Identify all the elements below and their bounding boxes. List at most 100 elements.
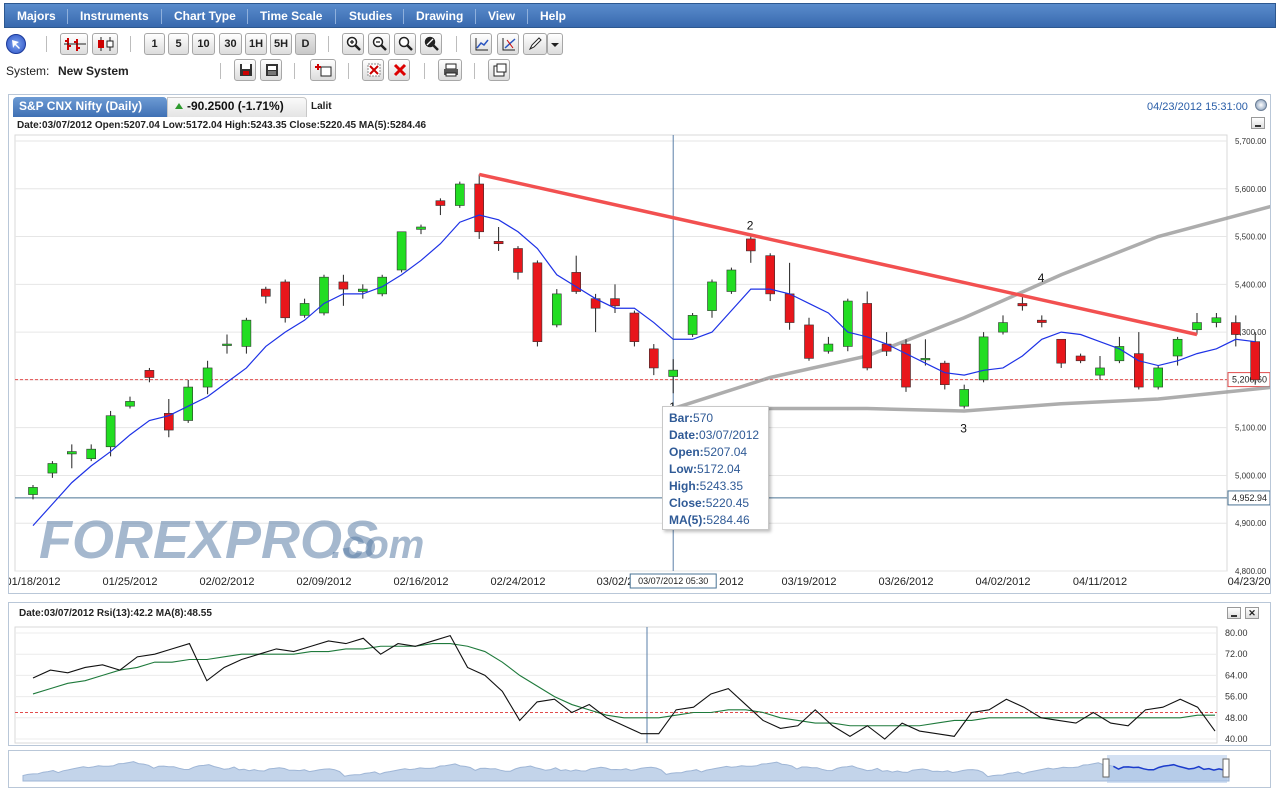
tooltip-value: 5220.45 (705, 496, 750, 510)
x-tick-label: 03/19/2012 (781, 576, 836, 588)
rsi-y-tick-label: 64.00 (1225, 670, 1248, 680)
candle-down (280, 281, 291, 319)
candle-up (551, 293, 562, 326)
candle-down (338, 281, 349, 290)
open-system-button[interactable] (260, 59, 282, 81)
zoom-fit-button[interactable] (394, 33, 416, 55)
menu-help[interactable]: Help (540, 4, 566, 29)
price-chart[interactable]: 5,700.005,600.005,500.005,400.005,300.00… (9, 115, 1270, 593)
instrument-tab[interactable]: S&P CNX Nifty (Daily) (13, 97, 167, 117)
clock-icon[interactable] (1255, 99, 1267, 111)
candle-down (474, 183, 485, 233)
delete-rule-icon (367, 63, 381, 77)
menu-instruments[interactable]: Instruments (80, 4, 149, 29)
candle-up (687, 315, 698, 335)
candle-up (299, 303, 310, 316)
cursor-date-label: 03/07/2012 05:30 (638, 576, 708, 586)
rsi-panel: Date:03/07/2012 Rsi(13):42.2 MA(8):48.55… (8, 602, 1271, 746)
tooltip-label: Low: (669, 462, 697, 476)
toolbar-separator (294, 63, 295, 79)
tooltip-row: Close:5220.45 (669, 495, 762, 512)
menu-studies[interactable]: Studies (349, 4, 392, 29)
close-icon (393, 63, 407, 77)
save-system-button[interactable] (234, 59, 256, 81)
period-1h-button[interactable]: 1H (245, 33, 267, 55)
rsi-chart[interactable]: 80.00 72.00 64.00 56.00 48.00 40.00 (9, 603, 1270, 745)
navigator-area (22, 761, 1230, 782)
candle-down (939, 362, 950, 385)
menu-view[interactable]: View (488, 4, 515, 29)
candle-down (1017, 303, 1028, 307)
zoom-out-icon (372, 36, 387, 51)
tooltip-row: Date:03/07/2012 (669, 427, 762, 444)
marker-price-label: 4,952.94 (1232, 493, 1267, 503)
bar-chart-button[interactable] (60, 33, 88, 55)
candle-up (183, 386, 193, 421)
tooltip-label: MA(5): (669, 513, 707, 527)
menu-separator (403, 9, 404, 24)
y-tick-label: 5,700.00 (1235, 137, 1267, 146)
period-5-button[interactable]: 5 (168, 33, 189, 55)
zoom-out-button[interactable] (368, 33, 390, 55)
candle-down (1056, 338, 1066, 364)
rsi-y-tick-label: 72.00 (1225, 649, 1248, 659)
candle-up (47, 463, 58, 474)
menu-time-scale[interactable]: Time Scale (260, 4, 322, 29)
arrow-icon (12, 40, 20, 49)
period-5h-button[interactable]: 5H (270, 33, 292, 55)
candle-down (1250, 341, 1260, 381)
x-tick-label: 02/16/2012 (393, 576, 448, 588)
zoom-in-button[interactable] (342, 33, 364, 55)
candle-down (261, 288, 271, 297)
print-button[interactable] (438, 59, 462, 81)
trendline-button[interactable] (497, 33, 519, 55)
draw-tool-button[interactable] (523, 33, 547, 55)
tooltip-label: Close: (669, 496, 706, 510)
add-rule-icon (315, 64, 332, 77)
candle-down (493, 241, 504, 245)
candle-up (998, 322, 1008, 333)
x-tick-label: 02/24/2012 (490, 576, 545, 588)
remove-rule-button[interactable] (362, 59, 384, 81)
candle-up (959, 389, 970, 407)
studies-button[interactable] (470, 33, 492, 55)
bar-tooltip: Bar:570 Date:03/07/2012 Open:5207.04 Low… (662, 406, 769, 530)
candle-down (532, 262, 543, 342)
menu-drawing[interactable]: Drawing (416, 4, 463, 29)
rsi-y-tick-label: 40.00 (1225, 734, 1248, 744)
x-tick-label: 04/23/2012 (1228, 576, 1270, 588)
period-30-button[interactable]: 30 (219, 33, 242, 55)
user-name: Lalit (311, 101, 332, 112)
rsi-y-tick-label: 80.00 (1225, 628, 1248, 638)
candle-up (86, 448, 96, 460)
candlestick-chart-button[interactable] (92, 33, 118, 55)
period-daily-button[interactable]: D (295, 33, 316, 55)
period-10-button[interactable]: 10 (192, 33, 215, 55)
delete-system-button[interactable] (388, 59, 410, 81)
popout-button[interactable] (488, 59, 510, 81)
x-tick-label: 02/02/2012 (199, 576, 254, 588)
candle-up (1211, 317, 1222, 323)
add-rule-button[interactable] (310, 59, 336, 81)
candlestick-icon (98, 37, 114, 51)
candle-up (396, 231, 407, 271)
system-bar: System: New System (0, 58, 1280, 84)
candle-up (1192, 322, 1202, 331)
pointer-icon[interactable] (6, 34, 26, 54)
toolbar-separator (220, 63, 221, 79)
trendline-icon (502, 38, 516, 51)
draw-tool-dropdown[interactable] (547, 33, 563, 55)
navigator-chart[interactable] (9, 751, 1270, 787)
period-1-button[interactable]: 1 (144, 33, 165, 55)
toolbar-separator (474, 63, 475, 79)
x-tick-label: 04/11/2012 (1073, 576, 1127, 588)
candle-up (222, 343, 232, 346)
menu-chart-type[interactable]: Chart Type (174, 4, 236, 29)
menu-majors[interactable]: Majors (17, 4, 56, 29)
y-tick-label: 5,400.00 (1235, 280, 1267, 289)
navigator-right-handle (1222, 758, 1230, 778)
zoom-reset-button[interactable] (420, 33, 442, 55)
candle-up (978, 336, 989, 381)
y-tick-label: 4,900.00 (1235, 519, 1267, 528)
zoom-reset-icon (424, 36, 439, 51)
